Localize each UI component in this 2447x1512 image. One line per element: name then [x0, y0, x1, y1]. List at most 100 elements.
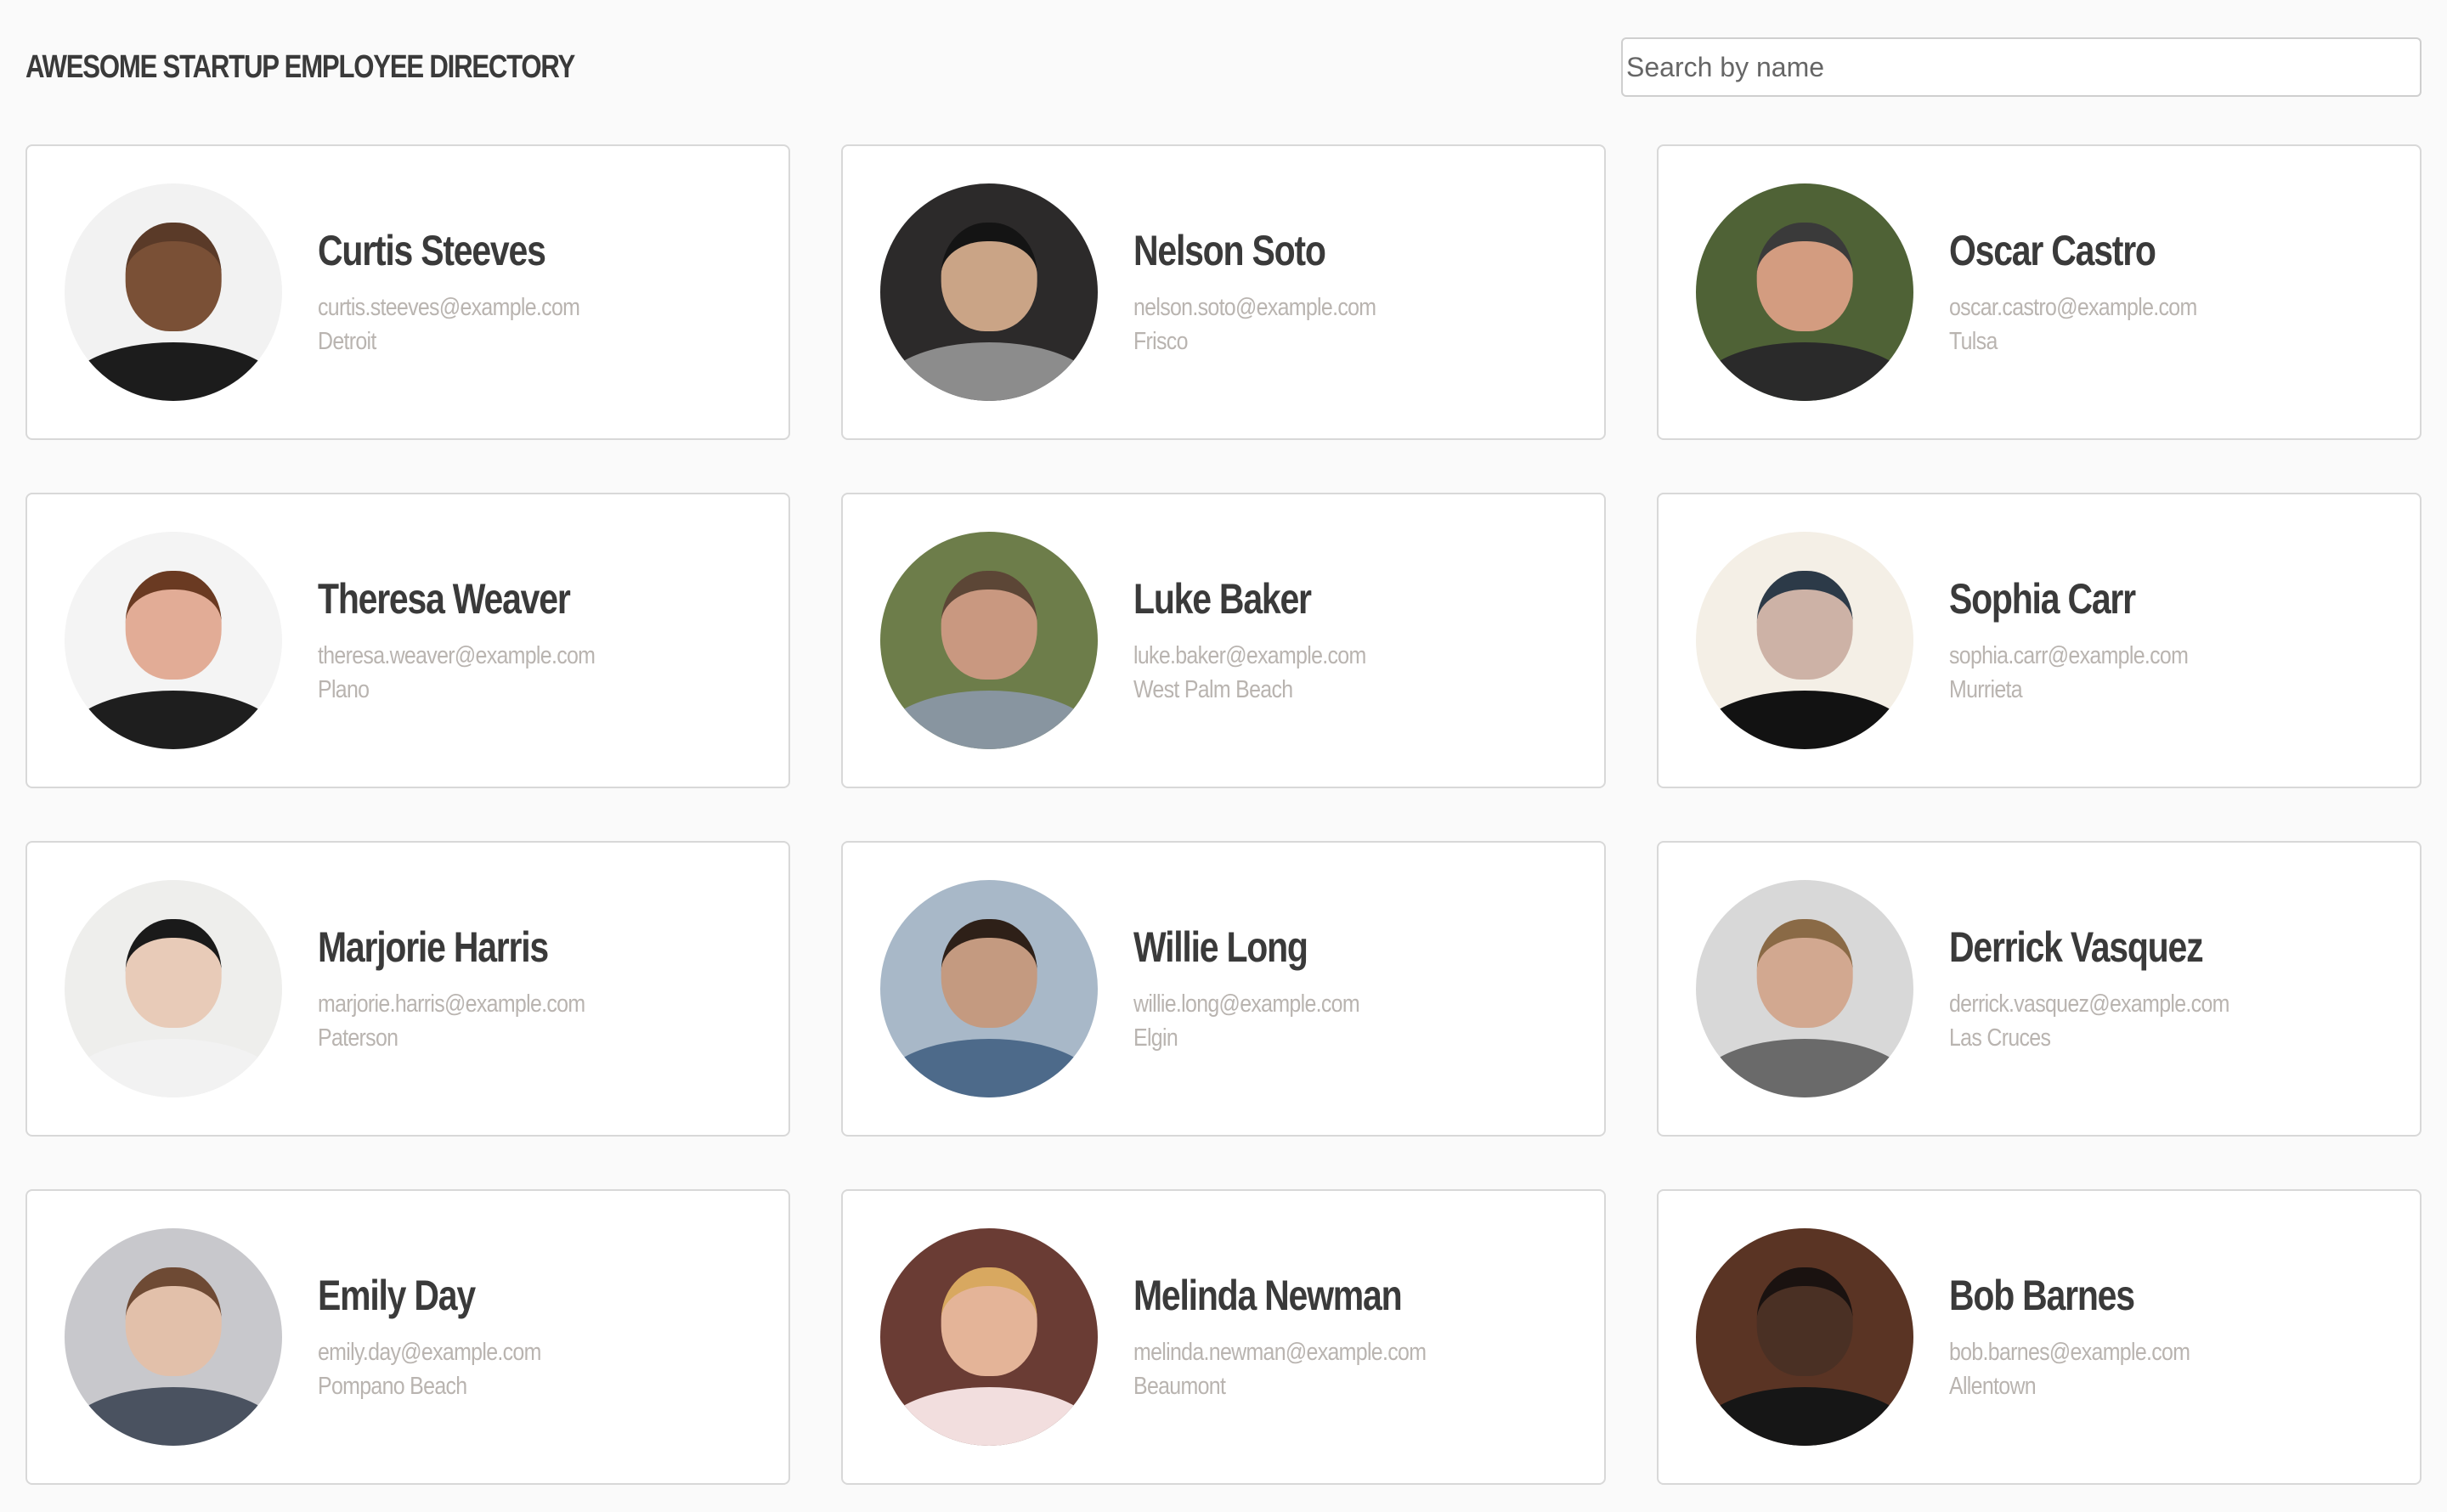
employee-card[interactable]: Curtis Steeves curtis.steeves@example.co… — [25, 144, 790, 440]
employee-email: oscar.castro@example.com — [1949, 294, 2197, 321]
employee-name: Luke Baker — [1133, 575, 1312, 623]
avatar[interactable] — [65, 183, 282, 401]
avatar-shoulders — [1696, 1038, 1913, 1097]
employee-card[interactable]: Melinda Newman melinda.newman@example.co… — [841, 1189, 1606, 1485]
page-title: AWESOME STARTUP EMPLOYEE DIRECTORY — [25, 48, 575, 85]
employee-info: Derrick Vasquez derrick.vasquez@example.… — [1949, 922, 2275, 1055]
avatar[interactable] — [65, 880, 282, 1097]
avatar-shoulders — [1696, 341, 1913, 401]
employee-email: marjorie.harris@example.com — [318, 990, 585, 1018]
employee-info: Theresa Weaver theresa.weaver@example.co… — [318, 574, 640, 707]
employee-city: Plano — [318, 676, 370, 703]
employee-info: Melinda Newman melinda.newman@example.co… — [1133, 1271, 1473, 1403]
search-input[interactable] — [1621, 37, 2422, 97]
employee-name: Willie Long — [1133, 923, 1308, 971]
avatar-shoulders — [65, 690, 282, 749]
avatar[interactable] — [1696, 880, 1913, 1097]
employee-email: derrick.vasquez@example.com — [1949, 990, 2229, 1018]
employee-email: theresa.weaver@example.com — [318, 642, 596, 669]
employee-info: Sophia Carr sophia.carr@example.com Murr… — [1949, 574, 2227, 707]
avatar-shoulders — [1696, 690, 1913, 749]
employee-email: luke.baker@example.com — [1133, 642, 1366, 669]
avatar[interactable] — [880, 532, 1098, 749]
employee-card[interactable]: Marjorie Harris marjorie.harris@example.… — [25, 841, 790, 1137]
employee-card[interactable]: Bob Barnes bob.barnes@example.com Allent… — [1657, 1189, 2422, 1485]
employee-name: Emily Day — [318, 1272, 476, 1319]
employee-info: Nelson Soto nelson.soto@example.com Fris… — [1133, 226, 1416, 358]
avatar[interactable] — [1696, 532, 1913, 749]
avatar-shoulders — [880, 1038, 1098, 1097]
employee-card[interactable]: Willie Long willie.long@example.com Elgi… — [841, 841, 1606, 1137]
avatar[interactable] — [1696, 183, 1913, 401]
avatar-head — [941, 919, 1037, 1029]
avatar-head — [1756, 571, 1853, 680]
avatar-shoulders — [880, 1386, 1098, 1446]
employee-card[interactable]: Sophia Carr sophia.carr@example.com Murr… — [1657, 493, 2422, 788]
employee-name: Sophia Carr — [1949, 575, 2136, 623]
avatar-head — [941, 1267, 1037, 1377]
avatar-shoulders — [65, 341, 282, 401]
employee-city: Paterson — [318, 1024, 398, 1052]
employee-city: West Palm Beach — [1133, 676, 1293, 703]
employee-city: Elgin — [1133, 1024, 1178, 1052]
employee-card[interactable]: Oscar Castro oscar.castro@example.com Tu… — [1657, 144, 2422, 440]
employee-email: melinda.newman@example.com — [1133, 1339, 1427, 1366]
avatar[interactable] — [880, 183, 1098, 401]
avatar-head — [941, 571, 1037, 680]
avatar-head — [1756, 1267, 1853, 1377]
employee-info: Bob Barnes bob.barnes@example.com Allent… — [1949, 1271, 2229, 1403]
employee-card[interactable]: Luke Baker luke.baker@example.com West P… — [841, 493, 1606, 788]
employee-name: Melinda Newman — [1133, 1272, 1403, 1319]
avatar-head — [125, 919, 222, 1029]
employee-name: Marjorie Harris — [318, 923, 549, 971]
avatar[interactable] — [1696, 1228, 1913, 1446]
avatar-head — [1756, 919, 1853, 1029]
avatar[interactable] — [880, 880, 1098, 1097]
avatar-shoulders — [65, 1038, 282, 1097]
employee-city: Detroit — [318, 328, 376, 355]
employee-city: Las Cruces — [1949, 1024, 2051, 1052]
avatar[interactable] — [880, 1228, 1098, 1446]
employee-card[interactable]: Derrick Vasquez derrick.vasquez@example.… — [1657, 841, 2422, 1137]
employee-card[interactable]: Emily Day emily.day@example.com Pompano … — [25, 1189, 790, 1485]
avatar-shoulders — [880, 690, 1098, 749]
employee-email: bob.barnes@example.com — [1949, 1339, 2190, 1366]
avatar-shoulders — [65, 1386, 282, 1446]
employee-city: Frisco — [1133, 328, 1188, 355]
employee-city: Murrieta — [1949, 676, 2023, 703]
employee-name: Theresa Weaver — [318, 575, 571, 623]
employee-name: Nelson Soto — [1133, 227, 1326, 274]
employee-email: emily.day@example.com — [318, 1339, 541, 1366]
avatar-head — [125, 571, 222, 680]
employee-info: Willie Long willie.long@example.com Elgi… — [1133, 922, 1396, 1055]
employee-name: Derrick Vasquez — [1949, 923, 2204, 971]
employee-name: Curtis Steeves — [318, 227, 546, 274]
employee-city: Beaumont — [1133, 1373, 1226, 1400]
employee-card[interactable]: Nelson Soto nelson.soto@example.com Fris… — [841, 144, 1606, 440]
avatar[interactable] — [65, 1228, 282, 1446]
avatar[interactable] — [65, 532, 282, 749]
employee-grid: Curtis Steeves curtis.steeves@example.co… — [25, 144, 2422, 1485]
avatar-head — [125, 223, 222, 332]
avatar-head — [941, 223, 1037, 332]
employee-name: Bob Barnes — [1949, 1272, 2135, 1319]
employee-city: Allentown — [1949, 1373, 2037, 1400]
header: AWESOME STARTUP EMPLOYEE DIRECTORY — [25, 0, 2422, 134]
employee-info: Curtis Steeves curtis.steeves@example.co… — [318, 226, 622, 358]
avatar-shoulders — [880, 341, 1098, 401]
employee-info: Emily Day emily.day@example.com Pompano … — [318, 1271, 577, 1403]
employee-email: curtis.steeves@example.com — [318, 294, 580, 321]
employee-email: sophia.carr@example.com — [1949, 642, 2189, 669]
employee-email: nelson.soto@example.com — [1133, 294, 1376, 321]
employee-city: Tulsa — [1949, 328, 1998, 355]
employee-name: Oscar Castro — [1949, 227, 2156, 274]
avatar-head — [125, 1267, 222, 1377]
employee-city: Pompano Beach — [318, 1373, 467, 1400]
employee-info: Luke Baker luke.baker@example.com West P… — [1133, 574, 1404, 707]
avatar-shoulders — [1696, 1386, 1913, 1446]
employee-card[interactable]: Theresa Weaver theresa.weaver@example.co… — [25, 493, 790, 788]
employee-info: Marjorie Harris marjorie.harris@example.… — [318, 922, 629, 1055]
employee-info: Oscar Castro oscar.castro@example.com Tu… — [1949, 226, 2237, 358]
directory-page: AWESOME STARTUP EMPLOYEE DIRECTORY Curti… — [0, 0, 2447, 1512]
avatar-head — [1756, 223, 1853, 332]
